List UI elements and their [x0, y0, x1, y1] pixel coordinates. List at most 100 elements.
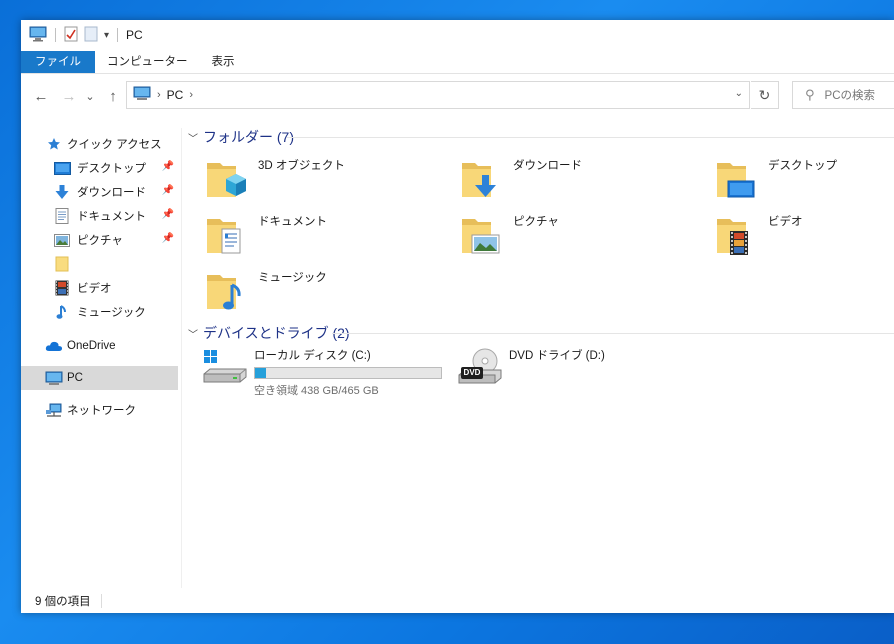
quick-access-toolbar: ▾ — [29, 26, 120, 45]
folder-tile-pictures[interactable]: ピクチャ — [459, 211, 559, 259]
3d-objects-icon — [204, 155, 252, 203]
title-bar: ▾ PC — [21, 20, 894, 50]
downloads-folder-icon — [459, 155, 507, 203]
music-icon — [53, 303, 71, 321]
drive-tile-c[interactable]: ローカル ディスク (C:) 空き領域 438 GB/465 GB — [202, 347, 442, 398]
folder-tile-downloads[interactable]: ダウンロード — [459, 155, 582, 203]
drive-label: DVD ドライブ (D:) — [509, 350, 605, 362]
folder-tile-3d-objects[interactable]: 3D オブジェクト — [204, 155, 345, 203]
search-box[interactable]: ⚲ PCの検索 — [792, 81, 894, 109]
pictures-icon — [53, 231, 71, 249]
address-dropdown-icon[interactable]: ⌄ — [735, 88, 743, 99]
search-icon: ⚲ — [805, 87, 815, 102]
group-divider — [332, 333, 894, 334]
tab-file[interactable]: ファイル — [21, 51, 95, 73]
computer-icon — [133, 86, 151, 104]
refresh-button[interactable]: ↻ — [751, 81, 779, 109]
group-header-devices[interactable]: ﹀ デバイスとドライブ (2) — [188, 323, 350, 343]
sidebar-item-label: デスクトップ — [77, 163, 146, 175]
sidebar-item-quick-access[interactable]: クイック アクセス — [45, 132, 202, 156]
pin-icon[interactable]: 📌 — [162, 233, 174, 244]
chevron-down-icon[interactable]: ﹀ — [188, 130, 198, 145]
music-folder-icon — [204, 267, 252, 315]
new-folder-icon[interactable] — [84, 26, 98, 45]
navigation-pane: クイック アクセス デスクトップ 📌 ダウンロード 📌 ドキュメント 📌 ピクチ… — [21, 128, 182, 588]
ribbon-tabs: ファイル コンピューター 表示 — [21, 51, 894, 73]
sidebar-item-label: ビデオ — [77, 283, 112, 295]
pictures-folder-icon — [459, 211, 507, 259]
documents-icon — [53, 207, 71, 225]
group-divider — [287, 137, 894, 138]
folder-tile-videos[interactable]: ビデオ — [714, 211, 803, 259]
drive-info: DVD ドライブ (D:) — [509, 347, 605, 363]
chevron-down-icon[interactable]: ﹀ — [188, 326, 198, 341]
computer-icon[interactable] — [29, 26, 47, 45]
star-icon — [45, 135, 63, 153]
sidebar-item-pictures[interactable]: ピクチャ 📌 — [53, 228, 178, 252]
drive-usage-fill — [255, 368, 266, 378]
sidebar-item-onedrive[interactable]: OneDrive — [45, 334, 178, 358]
tab-computer[interactable]: コンピューター — [95, 51, 200, 73]
download-icon — [53, 183, 71, 201]
tab-view[interactable]: 表示 — [200, 51, 247, 73]
breadcrumb-pc[interactable]: PC — [167, 88, 184, 102]
address-bar[interactable]: › PC › ⌄ — [126, 81, 750, 109]
sidebar-item-label: クイック アクセス — [67, 139, 162, 151]
sidebar-item-network[interactable]: ネットワーク — [45, 398, 178, 422]
sidebar-item-pc[interactable]: PC — [21, 366, 178, 390]
toolbar-divider — [117, 28, 119, 42]
navigation-bar: ← → ⌄ ↑ › PC › ⌄ ↻ ⚲ PCの検索 — [21, 80, 894, 112]
chevron-right-icon[interactable]: › — [189, 89, 193, 101]
recent-locations-button[interactable]: ⌄ — [83, 86, 97, 106]
sidebar-item-music[interactable]: ミュージック — [53, 300, 178, 324]
dvd-badge: DVD — [463, 368, 481, 377]
customize-dropdown-icon[interactable]: ▾ — [104, 30, 109, 41]
back-arrow-icon: ← — [33, 87, 49, 105]
explorer-window: ▾ PC ファイル コンピューター 表示 ← → ⌄ ↑ › PC › ⌄ ↻ — [21, 20, 894, 613]
pin-icon[interactable]: 📌 — [162, 185, 174, 196]
chevron-down-icon: ⌄ — [85, 90, 95, 103]
sidebar-item-videos[interactable]: ビデオ — [53, 276, 178, 300]
videos-icon — [53, 279, 71, 297]
sidebar-item-downloads[interactable]: ダウンロード 📌 — [53, 180, 178, 204]
folder-icon — [53, 255, 71, 273]
folder-label: ミュージック — [258, 272, 327, 284]
videos-folder-icon — [714, 211, 762, 259]
sidebar-item-desktop[interactable]: デスクトップ 📌 — [53, 156, 178, 180]
folder-label: 3D オブジェクト — [258, 160, 345, 172]
folder-tile-documents[interactable]: ドキュメント — [204, 211, 327, 259]
sidebar-item-label: ダウンロード — [77, 187, 146, 199]
drive-info: ローカル ディスク (C:) 空き領域 438 GB/465 GB — [254, 347, 442, 398]
drive-tile-d[interactable]: DVD DVD ドライブ (D:) — [457, 347, 605, 391]
content-pane: ﹀ フォルダー (7) 3D オブジェクト ダウンロード デスクトップ ドキュメ… — [182, 115, 894, 590]
drive-usage-bar — [254, 367, 442, 379]
forward-button[interactable]: → — [59, 86, 79, 106]
folder-tile-desktop[interactable]: デスクトップ — [714, 155, 837, 203]
pin-icon[interactable]: 📌 — [162, 161, 174, 172]
folder-label: ダウンロード — [513, 160, 582, 172]
computer-icon — [45, 369, 63, 387]
pin-icon[interactable]: 📌 — [162, 209, 174, 220]
forward-arrow-icon: → — [61, 87, 77, 105]
documents-folder-icon — [204, 211, 252, 259]
sidebar-item-label: PC — [67, 372, 83, 384]
hard-drive-icon — [202, 347, 250, 391]
folder-label: ドキュメント — [258, 216, 327, 228]
status-divider — [100, 594, 102, 608]
sidebar-item-folder[interactable] — [53, 252, 178, 276]
drive-label: ローカル ディスク (C:) — [254, 350, 371, 362]
desktop-icon — [53, 159, 71, 177]
group-header-folders[interactable]: ﹀ フォルダー (7) — [188, 127, 294, 147]
back-button[interactable]: ← — [31, 86, 51, 106]
properties-icon[interactable] — [64, 26, 78, 45]
drive-free-space: 空き領域 438 GB/465 GB — [254, 385, 379, 397]
network-icon — [45, 401, 63, 419]
sidebar-item-label: ミュージック — [77, 307, 146, 319]
status-bar: 9 個の項目 — [21, 589, 894, 613]
chevron-right-icon[interactable]: › — [157, 89, 161, 101]
folder-tile-music[interactable]: ミュージック — [204, 267, 327, 315]
up-button[interactable]: ↑ — [103, 86, 123, 106]
sidebar-item-label: ドキュメント — [77, 211, 146, 223]
sidebar-item-documents[interactable]: ドキュメント 📌 — [53, 204, 178, 228]
up-arrow-icon: ↑ — [109, 87, 117, 105]
